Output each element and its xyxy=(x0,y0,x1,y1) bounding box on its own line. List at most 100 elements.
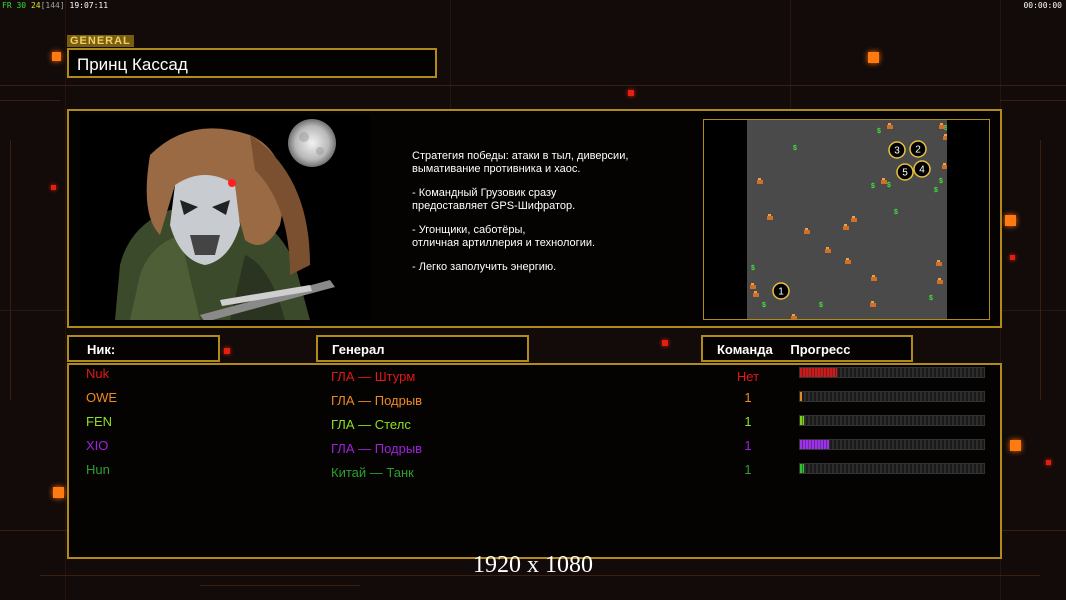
money-icon: $ xyxy=(762,302,766,309)
player-progress-bar xyxy=(799,439,985,450)
structure-icon xyxy=(872,275,875,277)
progress-fill xyxy=(800,392,802,401)
structure-icon xyxy=(936,262,942,266)
general-name-box: Принц Кассад xyxy=(67,48,437,78)
structure-icon xyxy=(805,228,808,230)
structure-icon xyxy=(942,165,947,169)
resolution-label: 1920 x 1080 xyxy=(473,552,593,578)
player-nick: FEN xyxy=(86,414,112,429)
money-icon: $ xyxy=(819,302,823,309)
structure-icon xyxy=(753,293,759,297)
nick-header: Ник: xyxy=(67,335,220,362)
money-icon: $ xyxy=(939,178,943,185)
structure-icon xyxy=(943,136,947,140)
player-general: Китай — Танк xyxy=(331,465,414,480)
minimap-art: $$ $$$$$$$$$$12345 xyxy=(750,123,947,319)
money-icon: $ xyxy=(929,295,933,302)
team-header-label: Команда xyxy=(717,342,773,357)
fps-target: 24 xyxy=(30,1,41,10)
money-icon: $ xyxy=(934,187,938,194)
money-icon: $ xyxy=(887,182,891,189)
moon-icon xyxy=(288,119,336,167)
portrait-art xyxy=(115,119,336,320)
description-line: - Командный Грузовик сразу предоставляет… xyxy=(412,187,576,212)
progress-fill xyxy=(800,440,829,449)
structure-icon xyxy=(845,260,851,264)
player-general: ГЛА — Подрыв xyxy=(331,441,423,456)
player-nick: Nuk xyxy=(86,366,110,381)
player-progress-bar xyxy=(799,415,985,426)
general-description: Стратегия победы: атаки в тыл, диверсии,… xyxy=(412,150,692,286)
description-line: - Угонщики, саботёры, отличная артиллери… xyxy=(412,224,596,249)
structure-icon xyxy=(846,258,849,260)
player-progress-bar xyxy=(799,463,985,474)
start-position-number: 3 xyxy=(894,146,900,157)
structure-icon xyxy=(768,214,771,216)
money-icon: $ xyxy=(793,145,797,152)
structure-icon xyxy=(870,303,876,307)
minimap[interactable]: $ $ $ $ $ $ $ $ $ $ $ $1 2 3 4 5 xyxy=(747,120,947,319)
player-team: 1 xyxy=(744,438,752,453)
structure-icon xyxy=(751,283,754,285)
fps-label: FR xyxy=(2,1,12,10)
start-position-number: 2 xyxy=(915,145,921,156)
structure-icon xyxy=(791,316,797,319)
player-progress-bar xyxy=(799,391,985,402)
structure-icon xyxy=(851,218,857,222)
structure-icon xyxy=(758,178,761,180)
player-team: 1 xyxy=(744,462,752,477)
structure-icon xyxy=(937,280,943,284)
progress-header-label: Прогресс xyxy=(790,342,851,357)
structure-icon xyxy=(767,216,773,220)
structure-icon xyxy=(938,278,941,280)
player-progress-bar xyxy=(799,367,985,378)
structure-icon xyxy=(939,125,945,129)
money-icon: $ xyxy=(751,265,755,272)
structure-icon xyxy=(792,314,795,316)
general-portrait xyxy=(80,115,370,320)
start-position-number: 1 xyxy=(778,287,784,298)
structure-icon xyxy=(852,216,855,218)
structure-icon xyxy=(882,178,885,180)
player-team: 1 xyxy=(744,414,752,429)
money-icon: $ xyxy=(877,128,881,135)
clock: 19:07:11 xyxy=(69,1,109,10)
progress-fill xyxy=(800,368,837,377)
start-position-number: 5 xyxy=(902,168,908,179)
structure-icon xyxy=(871,301,874,303)
description-line: - Легко заполучить энергию. xyxy=(412,261,557,273)
game-timer: 00:00:00 xyxy=(1023,1,1062,10)
player-team: 1 xyxy=(744,390,752,405)
progress-fill xyxy=(800,464,804,473)
player-nick: XIO xyxy=(86,438,109,453)
structure-icon xyxy=(825,249,831,253)
structure-icon xyxy=(887,125,893,129)
structure-icon xyxy=(937,260,940,262)
nick-header-label: Ник: xyxy=(87,342,116,357)
player-general: ГЛА — Подрыв xyxy=(331,393,423,408)
team-progress-header: Команда Прогресс xyxy=(701,335,913,362)
player-nick: Hun xyxy=(86,462,110,477)
start-position-number: 4 xyxy=(919,165,925,176)
minimap-frame: $ $ $ $ $ $ $ $ $ $ $ $1 2 3 4 5 xyxy=(703,119,990,320)
structure-icon xyxy=(750,285,756,289)
money-icon: $ xyxy=(871,183,875,190)
general-tag: GENERAL xyxy=(67,35,134,47)
structure-icon xyxy=(871,277,877,281)
structure-icon xyxy=(881,180,887,184)
fps-counter: FR 30 24[144] 19:07:11 xyxy=(0,0,110,11)
structure-icon xyxy=(940,123,943,125)
player-general: ГЛА — Стелс xyxy=(331,417,411,432)
structure-icon xyxy=(844,224,847,226)
structure-icon xyxy=(826,247,829,249)
structure-icon xyxy=(843,226,849,230)
player-general: ГЛА — Штурм xyxy=(331,369,416,384)
player-team: Нет xyxy=(736,369,760,384)
structure-icon xyxy=(754,291,757,293)
fps-value: 30 xyxy=(16,1,27,10)
general-tag-label: GENERAL xyxy=(70,35,131,47)
progress-fill xyxy=(800,416,804,425)
description-line: Стратегия победы: атаки в тыл, диверсии,… xyxy=(412,150,629,175)
player-nick: OWE xyxy=(86,390,118,405)
structure-icon xyxy=(944,134,947,136)
